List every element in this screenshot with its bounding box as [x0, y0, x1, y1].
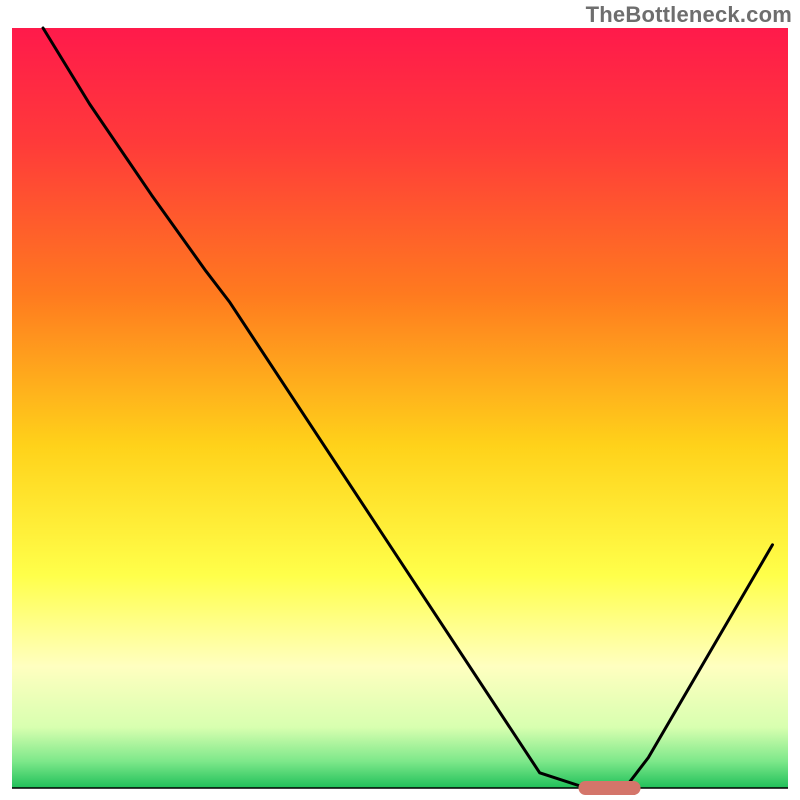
gradient-background — [12, 28, 788, 788]
watermark-text: TheBottleneck.com — [586, 2, 792, 28]
bottleneck-chart — [0, 0, 800, 800]
optimal-range-marker — [578, 781, 640, 795]
chart-container: TheBottleneck.com — [0, 0, 800, 800]
